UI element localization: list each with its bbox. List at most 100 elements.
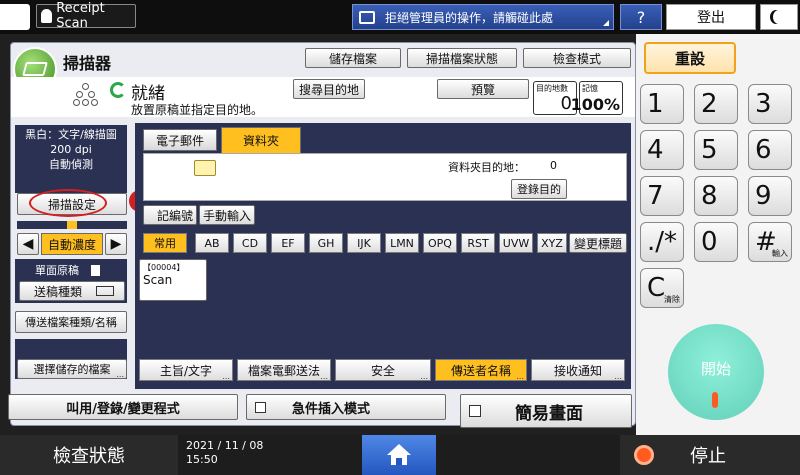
start-indicator-icon (712, 392, 718, 408)
search-destination-label: 搜尋目的地 (298, 82, 359, 97)
select-stored-file-button[interactable]: 選擇儲存的檔案 (17, 359, 127, 379)
saved-files-button[interactable]: 儲存檔案 (305, 48, 401, 68)
recall-program-button[interactable]: 叫用/登錄/變更程式 (8, 394, 238, 420)
alpha-tab-rst[interactable]: RST (461, 233, 495, 253)
key-0[interactable]: 0 (694, 222, 738, 262)
simple-screen-button[interactable]: 簡易畫面 (460, 394, 632, 428)
key-9-label: 9 (755, 181, 772, 211)
key-8-label: 8 (701, 181, 718, 211)
auto-density-toggle[interactable]: 自動濃度 (41, 233, 103, 255)
memory-label: 記憶 (582, 84, 598, 93)
logout-button[interactable]: 登出 (666, 4, 756, 30)
key-9[interactable]: 9 (748, 176, 792, 216)
tab-email[interactable]: 電子郵件 (143, 129, 217, 151)
memory-box: 記憶 100% (571, 81, 623, 115)
energy-saver-button[interactable] (760, 4, 798, 30)
top-bar: Receipt Scan 拒絕管理員的操作，請觸碰此處 ? 登出 (0, 0, 800, 34)
help-button[interactable]: ? (620, 4, 662, 30)
alpha-tab-ijk[interactable]: IJK (347, 233, 381, 253)
home-button[interactable] (362, 435, 436, 475)
tab-folder[interactable]: 資料夾 (221, 127, 301, 153)
tab-receipt-notice[interactable]: 接收通知 (531, 359, 625, 381)
tab-subject-text[interactable]: 主旨/文字 (139, 359, 233, 381)
stop-button[interactable]: 停止 (620, 435, 800, 475)
reset-label: 重設 (674, 49, 705, 68)
key-2-label: 2 (701, 89, 718, 119)
clear-label: 清除 (664, 295, 680, 304)
entry-number: 【00004】 (143, 263, 185, 272)
datetime-display: 2021 / 11 / 08 15:50 (182, 437, 362, 473)
register-destination-label: 登錄目的 (517, 183, 561, 196)
file-type-name-button[interactable]: 傳送檔案種類/名稱 (15, 311, 127, 333)
alpha-tab-uvw[interactable]: UVW (499, 233, 533, 253)
tab-email-method[interactable]: 檔案電郵送法 (237, 359, 331, 381)
registration-number-button[interactable]: 記編號 (143, 205, 197, 225)
mode-line-detect: 自動偵測 (49, 158, 93, 171)
density-increase-button[interactable]: ▶ (105, 233, 127, 255)
page-orientation-icon (91, 264, 100, 276)
preview-label: 預覽 (470, 82, 495, 97)
alpha-tab-frequent[interactable]: 常用 (143, 233, 187, 253)
send-type-icon (96, 286, 115, 296)
alpha-tab-lmn[interactable]: LMN (385, 233, 419, 253)
check-mode-label: 檢查模式 (552, 51, 601, 66)
check-status-button[interactable]: 檢查狀態 (0, 435, 178, 475)
manual-input-button[interactable]: 手動輸入 (199, 205, 255, 225)
key-4[interactable]: 4 (640, 130, 684, 170)
change-title-button[interactable]: 變更標題 (569, 233, 627, 253)
check-mode-button[interactable]: 檢查模式 (523, 48, 631, 68)
key-2[interactable]: 2 (694, 84, 738, 124)
interrupt-mode-label: 急件插入模式 (292, 401, 371, 417)
reset-button[interactable]: 重設 (644, 42, 736, 74)
app-switcher[interactable]: Receipt Scan (36, 1, 136, 31)
key-8[interactable]: 8 (694, 176, 738, 216)
tab-sender-name[interactable]: 傳送者名稱 (435, 359, 527, 381)
scan-file-status-button[interactable]: 掃描檔案狀態 (407, 48, 517, 68)
alpha-tab-ef[interactable]: EF (271, 233, 305, 253)
key-6[interactable]: 6 (748, 130, 792, 170)
key-6-label: 6 (755, 135, 772, 165)
key-1[interactable]: 1 (640, 84, 684, 124)
key-5[interactable]: 5 (694, 130, 738, 170)
start-button[interactable]: 開始 (668, 324, 764, 420)
search-destination-button[interactable]: 搜尋目的地 (293, 79, 365, 99)
change-title-label: 變更標題 (573, 236, 622, 251)
preview-button[interactable]: 預覽 (437, 79, 529, 99)
moon-icon (773, 10, 785, 24)
alpha-tab-xyz[interactable]: XYZ (537, 233, 567, 253)
key-7[interactable]: 7 (640, 176, 684, 216)
home-icon (386, 444, 412, 466)
admin-notice-bar[interactable]: 拒絕管理員的操作，請觸碰此處 (352, 4, 614, 30)
interrupt-mode-button[interactable]: 急件插入模式 (246, 394, 446, 420)
user-icon (41, 9, 53, 23)
manual-input-label: 手動輸入 (202, 208, 251, 223)
key-dot-star[interactable]: .∕* (640, 222, 684, 262)
tab-security[interactable]: 安全 (335, 359, 431, 381)
alpha-tab-ab[interactable]: AB (195, 233, 229, 253)
alpha-tab-cd[interactable]: CD (233, 233, 267, 253)
scanner-app: 掃描器 儲存檔案 掃描檔案狀態 檢查模式 就緒 放置原稿並指定目的地。 搜尋目的… (10, 42, 636, 426)
folder-dest-count: 0 (550, 159, 557, 172)
notice-icon (359, 10, 375, 24)
key-clear-label: C (647, 273, 666, 303)
tab-folder-label: 資料夾 (242, 134, 279, 148)
key-hash[interactable]: # 輸入 (748, 222, 792, 262)
check-status-label: 檢查狀態 (53, 446, 125, 467)
key-clear[interactable]: C 清除 (640, 268, 684, 308)
single-sided-label: 單面原稿 (35, 264, 79, 277)
single-sided-label-row: 單面原稿 (19, 261, 125, 279)
density-decrease-button[interactable]: ◀ (17, 233, 39, 255)
send-type-label: 送稿種類 (34, 284, 83, 299)
send-type-button[interactable]: 送稿種類 (19, 281, 125, 301)
destination-entry[interactable]: 【00004】 Scan (139, 259, 207, 301)
register-destination-button[interactable]: 登錄目的 (511, 179, 567, 199)
interrupt-checkbox (255, 401, 266, 413)
key-7-label: 7 (647, 181, 664, 211)
mode-line-color: 黑白：文字/線描圖 (25, 128, 117, 141)
density-bar-level (67, 221, 77, 229)
alpha-tab-gh[interactable]: GH (309, 233, 343, 253)
alpha-tab-opq[interactable]: OPQ (423, 233, 457, 253)
status-message: 放置原稿並指定目的地。 (131, 103, 264, 117)
key-3[interactable]: 3 (748, 84, 792, 124)
app-title-label: 掃描器 (63, 54, 112, 73)
